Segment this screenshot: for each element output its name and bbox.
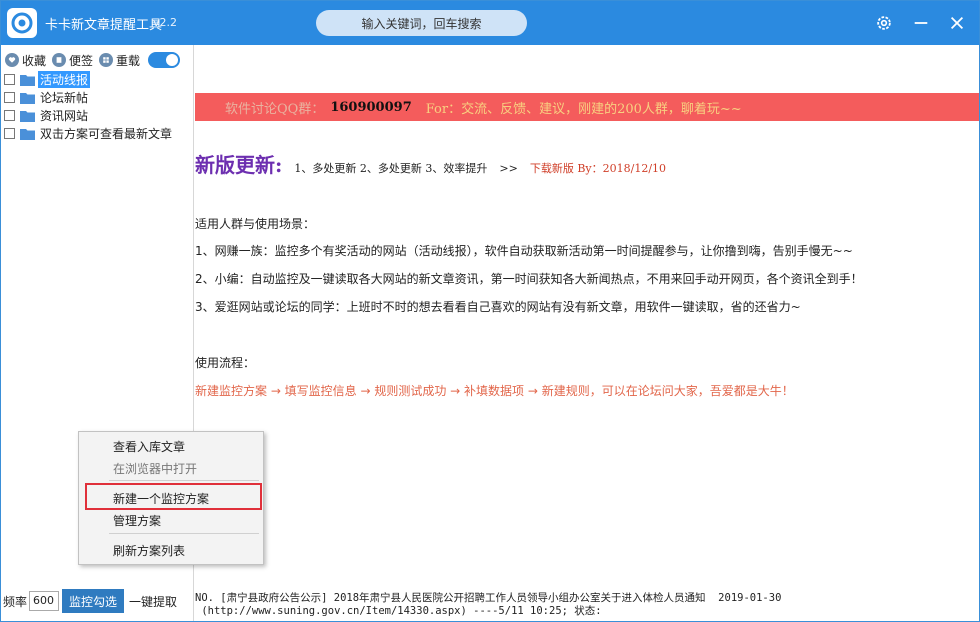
close-icon[interactable] xyxy=(945,11,969,35)
flow-steps: 新建监控方案 → 填写监控信息 → 规则测试成功 → 补填数据项 → 新建规则，… xyxy=(195,384,794,398)
menu-item-manage-schemes[interactable]: 管理方案 xyxy=(113,512,161,529)
app-title: 卡卡新文章提醒工具 xyxy=(45,18,163,33)
search-input[interactable]: 输入关键词，回车搜索 xyxy=(316,10,527,36)
tree-checkbox[interactable] xyxy=(4,91,15,103)
scheme-tree: 活动线报 论坛新帖 资讯网站 双击方案可查看最新文章 xyxy=(4,70,174,142)
heart-icon xyxy=(5,53,19,67)
folder-icon xyxy=(20,128,35,140)
tree-item-news[interactable]: 资讯网站 xyxy=(4,106,174,124)
tree-item-label: 资讯网站 xyxy=(40,108,89,123)
menu-item-view-articles[interactable]: 查看入库文章 xyxy=(113,438,185,455)
menu-item-refresh-list[interactable]: 刷新方案列表 xyxy=(113,542,185,559)
menu-item-new-scheme[interactable]: 新建一个监控方案 xyxy=(113,490,209,507)
intro-line: 2、小编：自动监控及一键读取各大网站的新文章资讯，第一时间获知各大新闻热点，不用… xyxy=(195,272,863,286)
frequency-input[interactable]: 600 xyxy=(29,591,60,611)
tree-item-label: 活动线报 xyxy=(38,70,91,88)
favorites-label: 收藏 xyxy=(22,53,47,68)
folder-icon xyxy=(20,74,35,86)
tree-item-forum[interactable]: 论坛新帖 xyxy=(4,88,174,106)
intro-heading: 适用人群与使用场景： xyxy=(195,217,316,231)
one-click-extract-button[interactable]: 一键提取 xyxy=(129,593,177,610)
tree-item-hint[interactable]: 双击方案可查看最新文章 xyxy=(4,124,174,142)
status-line: NO. [肃宁县政府公告公示] 2018年肃宁县人民医院公开招聘工作人员领导小组… xyxy=(195,592,782,604)
gear-icon[interactable] xyxy=(872,11,896,35)
reload-label: 重载 xyxy=(116,53,141,68)
tree-item-label: 双击方案可查看最新文章 xyxy=(40,126,173,141)
note-icon xyxy=(52,53,67,67)
sidebar-bottom-bar: 频率 600 监控勾选 一键提取 xyxy=(1,589,194,613)
tree-checkbox[interactable] xyxy=(4,73,15,85)
menu-item-open-browser[interactable]: 在浏览器中打开 xyxy=(113,460,197,477)
app-logo-icon xyxy=(7,8,37,38)
notes-button[interactable]: 便签 xyxy=(52,52,93,69)
monitor-toggle[interactable] xyxy=(148,52,181,68)
download-link[interactable]: 下载新版 By：2018/12/10 xyxy=(530,160,666,176)
tree-item-activity[interactable]: 活动线报 xyxy=(4,70,174,88)
update-notice: 新版更新: 1、多处更新 2、多处更新 3、效率提升 >> 下载新版 By：20… xyxy=(195,149,666,178)
qq-number: 160900097 xyxy=(330,99,412,115)
tree-checkbox[interactable] xyxy=(4,109,15,121)
app-window: 卡卡新文章提醒工具 v2.2 输入关键词，回车搜索 收藏 便签 重载 活动线报 … xyxy=(0,0,980,622)
menu-separator xyxy=(109,533,259,534)
flow-heading: 使用流程： xyxy=(195,356,256,370)
title-bar: 卡卡新文章提醒工具 v2.2 输入关键词，回车搜索 xyxy=(1,1,979,45)
favorites-button[interactable]: 收藏 xyxy=(5,52,46,69)
reload-button[interactable]: 重载 xyxy=(99,52,140,69)
tree-item-label: 论坛新帖 xyxy=(40,90,89,105)
sidebar-toolbar: 收藏 便签 重载 xyxy=(5,51,181,69)
monitor-selected-button[interactable]: 监控勾选 xyxy=(62,589,125,613)
update-title: 新版更新: xyxy=(195,153,283,177)
tree-checkbox[interactable] xyxy=(4,127,15,139)
status-line: (http://www.suning.gov.cn/Item/14330.asp… xyxy=(195,605,602,617)
intro-line: 1、网赚一族：监控多个有奖活动的网站（活动线报），软件自动获取新活动第一时间提醒… xyxy=(195,244,853,258)
minimize-icon[interactable] xyxy=(909,11,933,35)
qq-group-banner: 软件讨论QQ群： 160900097 For：交流、反馈、建议，刚建的200人群… xyxy=(195,93,979,121)
reload-icon xyxy=(99,53,114,67)
intro-line: 3、爱逛网站或论坛的同学：上班时不时的想去看看自己喜欢的网站有没有新文章，用软件… xyxy=(195,300,801,314)
main-content: 软件讨论QQ群： 160900097 For：交流、反馈、建议，刚建的200人群… xyxy=(195,45,979,621)
frequency-label: 频率 xyxy=(3,594,28,609)
banner-note: For：交流、反馈、建议，刚建的200人群，聊着玩~~ xyxy=(425,101,742,117)
context-menu: 查看入库文章 在浏览器中打开 新建一个监控方案 管理方案 刷新方案列表 xyxy=(78,431,264,565)
update-items: 1、多处更新 2、多处更新 3、效率提升 xyxy=(294,162,488,175)
menu-separator xyxy=(109,480,259,481)
app-version: v2.2 xyxy=(153,16,178,29)
folder-icon xyxy=(20,92,35,104)
status-bar: NO. [肃宁县政府公告公示] 2018年肃宁县人民医院公开招聘工作人员领导小组… xyxy=(195,592,781,618)
banner-text: 软件讨论QQ群： xyxy=(225,101,325,117)
update-arrow: >> xyxy=(499,162,518,175)
notes-label: 便签 xyxy=(69,53,94,68)
folder-icon xyxy=(20,110,35,122)
